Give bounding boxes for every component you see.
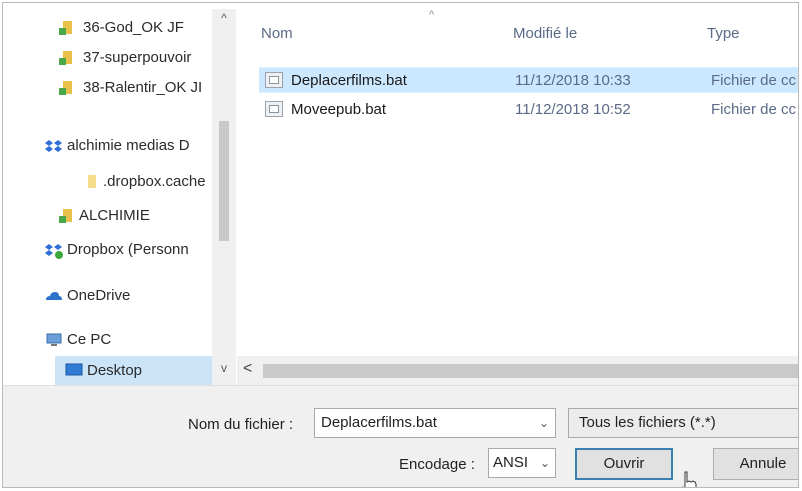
- nav-item-label: Ce PC: [67, 331, 112, 348]
- column-header-type[interactable]: Type: [707, 25, 740, 42]
- folder-icon: [88, 175, 96, 188]
- navigation-pane: 36-God_OK JF 37-superpouvoir 38-Ralentir…: [3, 3, 237, 385]
- file-list: ^ Nom Modifié le Type Deplacerfilms.bat …: [249, 3, 798, 385]
- scrollbar-thumb[interactable]: [219, 121, 229, 241]
- horizontal-scrollbar-thumb[interactable]: [263, 364, 798, 378]
- folder-shortcut-icon: [59, 209, 72, 223]
- nav-item-label: .dropbox.cache: [103, 173, 206, 190]
- nav-item-label: OneDrive: [67, 287, 131, 304]
- encoding-label: Encodage :: [399, 456, 475, 473]
- nav-item-label: ALCHIMIE: [79, 207, 150, 224]
- file-type: Fichier de cc: [711, 101, 797, 118]
- file-type: Fichier de cc: [711, 72, 797, 89]
- encoding-value: ANSI: [493, 454, 529, 471]
- open-button[interactable]: Ouvrir: [575, 448, 673, 480]
- file-row[interactable]: Moveepub.bat 11/12/2018 10:52 Fichier de…: [259, 97, 798, 123]
- file-open-dialog: 36-God_OK JF 37-superpouvoir 38-Ralentir…: [2, 2, 799, 488]
- onedrive-icon: [46, 292, 62, 300]
- file-name: Deplacerfilms.bat: [291, 72, 407, 89]
- nav-item-38-ralentir[interactable]: 38-Ralentir_OK JI: [57, 75, 212, 101]
- chevron-down-icon[interactable]: ⌄: [540, 449, 550, 477]
- nav-item-label: Dropbox (Personn: [67, 241, 189, 258]
- encoding-select[interactable]: ANSI ⌄: [488, 448, 556, 478]
- nav-item-desktop[interactable]: Desktop: [55, 356, 212, 385]
- nav-item-alchimie[interactable]: ALCHIMIE: [57, 203, 212, 229]
- file-modified: 11/12/2018 10:52: [515, 101, 631, 118]
- file-type-filter-select[interactable]: Tous les fichiers (*.*): [568, 408, 798, 438]
- sort-ascending-icon: ^: [429, 9, 435, 21]
- pc-icon: [46, 333, 62, 346]
- column-header-modified[interactable]: Modifié le: [513, 25, 577, 42]
- scroll-left-arrow-icon[interactable]: <: [243, 360, 252, 378]
- folder-shortcut-icon: [59, 81, 72, 95]
- nav-item-ce-pc[interactable]: Ce PC: [45, 327, 212, 353]
- nav-item-label: 37-superpouvoir: [83, 49, 192, 66]
- nav-item-onedrive[interactable]: OneDrive: [45, 283, 212, 309]
- dropbox-icon: [45, 140, 62, 152]
- nav-item-dropbox-cache[interactable]: .dropbox.cache: [79, 169, 212, 195]
- nav-item-alchimie-medias[interactable]: alchimie medias D: [45, 133, 212, 159]
- nav-item-label: 38-Ralentir_OK JI: [83, 79, 203, 96]
- folder-shortcut-icon: [59, 51, 72, 65]
- scroll-up-arrow-icon[interactable]: ^: [212, 11, 236, 25]
- nav-item-label: 36-God_OK JF: [83, 19, 184, 36]
- filename-label: Nom du fichier :: [188, 416, 294, 433]
- cancel-button[interactable]: Annule: [713, 448, 798, 480]
- nav-item-label: alchimie medias D: [67, 137, 190, 154]
- scroll-down-arrow-icon[interactable]: v: [212, 361, 236, 375]
- desktop-icon: [65, 363, 83, 376]
- nav-item-37-superpouvoir[interactable]: 37-superpouvoir: [57, 45, 212, 71]
- hand-pointer-cursor-icon: [682, 471, 697, 487]
- nav-item-36-god[interactable]: 36-God_OK JF: [57, 15, 212, 41]
- folder-shortcut-icon: [59, 21, 72, 35]
- horizontal-scrollbar[interactable]: <: [237, 356, 798, 385]
- file-row[interactable]: Deplacerfilms.bat 11/12/2018 10:33 Fichi…: [259, 67, 798, 93]
- filename-value: Deplacerfilms.bat: [321, 414, 437, 431]
- file-name: Moveepub.bat: [291, 101, 387, 118]
- sidebar-scrollbar[interactable]: ^ v: [212, 9, 236, 385]
- batch-file-icon: [265, 72, 283, 88]
- filename-input[interactable]: Deplacerfilms.bat ⌄: [314, 408, 556, 438]
- file-modified: 11/12/2018 10:33: [515, 72, 631, 89]
- file-type-filter-value: Tous les fichiers (*.*): [579, 414, 716, 431]
- chevron-down-icon[interactable]: ⌄: [539, 409, 549, 437]
- nav-item-label: Desktop: [87, 362, 143, 379]
- nav-item-dropbox-personnel[interactable]: Dropbox (Personn: [45, 237, 212, 263]
- batch-file-icon: [265, 101, 283, 117]
- dialog-footer: Nom du fichier : Deplacerfilms.bat ⌄ Tou…: [3, 385, 798, 487]
- column-header-name[interactable]: Nom: [261, 25, 293, 42]
- dropbox-sync-icon: [45, 244, 63, 259]
